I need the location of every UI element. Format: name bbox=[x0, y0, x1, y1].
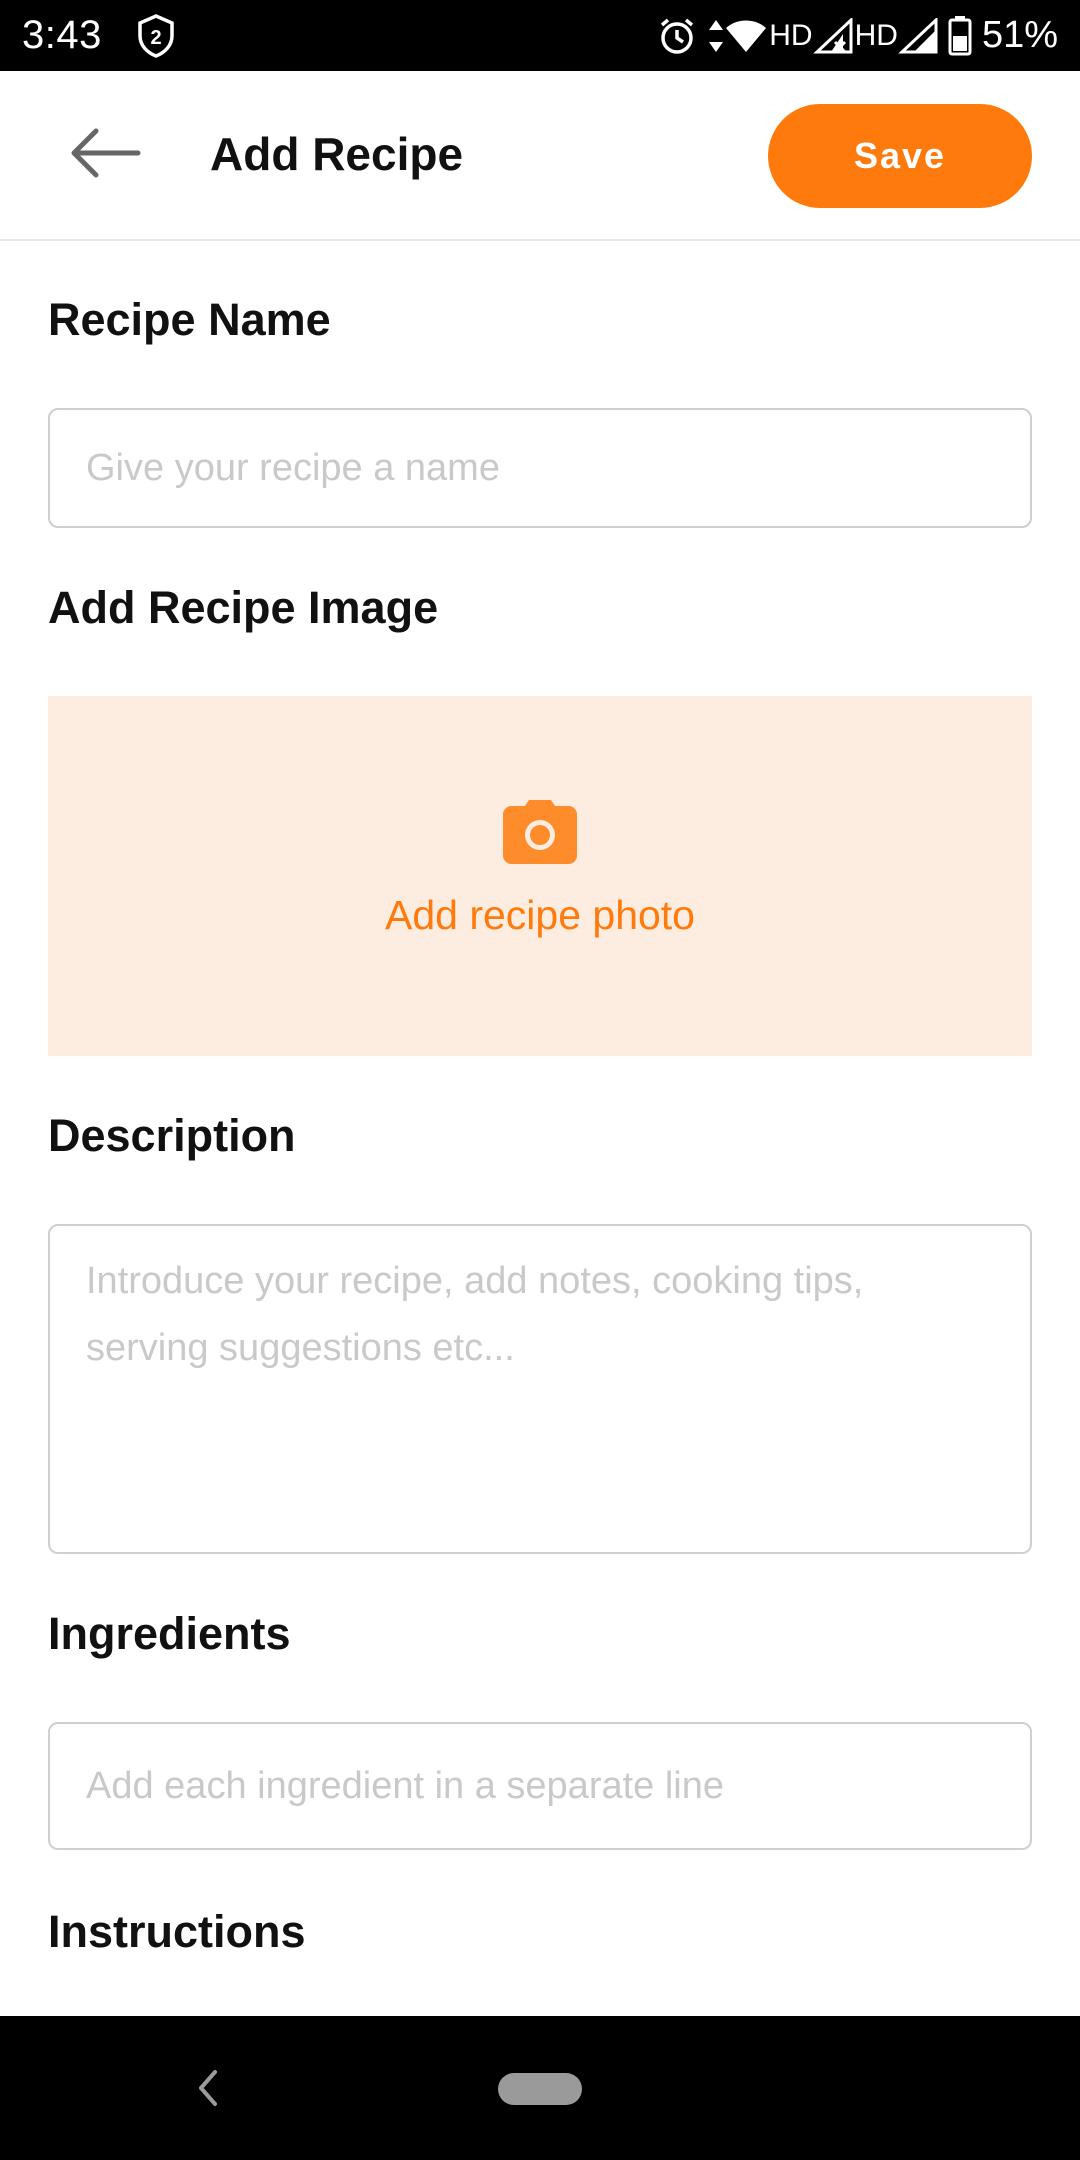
battery-percent: 51% bbox=[981, 14, 1058, 56]
status-bar-right: HD HD 51% bbox=[657, 14, 1058, 57]
arrow-left-icon[interactable] bbox=[66, 123, 142, 183]
add-photo-label: Add recipe photo bbox=[384, 892, 695, 938]
app-bar: Add Recipe Save bbox=[0, 71, 1080, 241]
cellular-signal-2-icon bbox=[898, 17, 938, 53]
nav-home-pill[interactable] bbox=[498, 2073, 582, 2105]
status-bar: 3:43 2 HD HD 51% bbox=[0, 0, 1080, 71]
network-type-2: HD bbox=[854, 18, 898, 52]
description-placeholder-line-1: Introduce your recipe, add notes, cookin… bbox=[86, 1260, 864, 1302]
battery-icon bbox=[948, 15, 972, 55]
description-label: Description bbox=[48, 1110, 296, 1161]
camera-icon bbox=[503, 800, 577, 864]
recipe-name-placeholder: Give your recipe a name bbox=[86, 447, 500, 489]
system-nav-bar bbox=[0, 2016, 1080, 2160]
recipe-image-label: Add Recipe Image bbox=[48, 582, 439, 633]
instructions-label: Instructions bbox=[48, 1906, 306, 1957]
ingredients-placeholder: Add each ingredient in a separate line bbox=[86, 1765, 725, 1807]
shield-badge-icon: 2 bbox=[138, 13, 174, 58]
network-type-1: HD bbox=[769, 18, 813, 52]
description-placeholder-line-2: serving suggestions etc... bbox=[86, 1327, 515, 1369]
notification-count: 2 bbox=[150, 27, 161, 49]
recipe-name-input[interactable]: Give your recipe a name bbox=[48, 408, 1032, 528]
add-photo-zone[interactable]: Add recipe photo bbox=[48, 696, 1032, 1056]
ingredients-input[interactable]: Add each ingredient in a separate line bbox=[48, 1722, 1032, 1850]
wifi-icon bbox=[726, 20, 767, 52]
cellular-signal-icon bbox=[812, 17, 853, 53]
status-time: 3:43 bbox=[22, 13, 102, 57]
screen: 3:43 2 HD HD 51% Add Recipe Save Recipe … bbox=[0, 0, 1080, 2160]
ingredients-label: Ingredients bbox=[48, 1608, 291, 1659]
description-textarea[interactable]: Introduce your recipe, add notes, cookin… bbox=[48, 1224, 1032, 1554]
recipe-name-label: Recipe Name bbox=[48, 294, 331, 345]
alarm-icon bbox=[661, 18, 694, 54]
page-title: Add Recipe bbox=[210, 128, 464, 180]
status-bar-left: 3:43 2 bbox=[22, 13, 176, 58]
save-button[interactable]: Save bbox=[768, 104, 1032, 208]
data-arrows-icon bbox=[709, 19, 724, 52]
nav-back-icon[interactable] bbox=[193, 2066, 223, 2110]
